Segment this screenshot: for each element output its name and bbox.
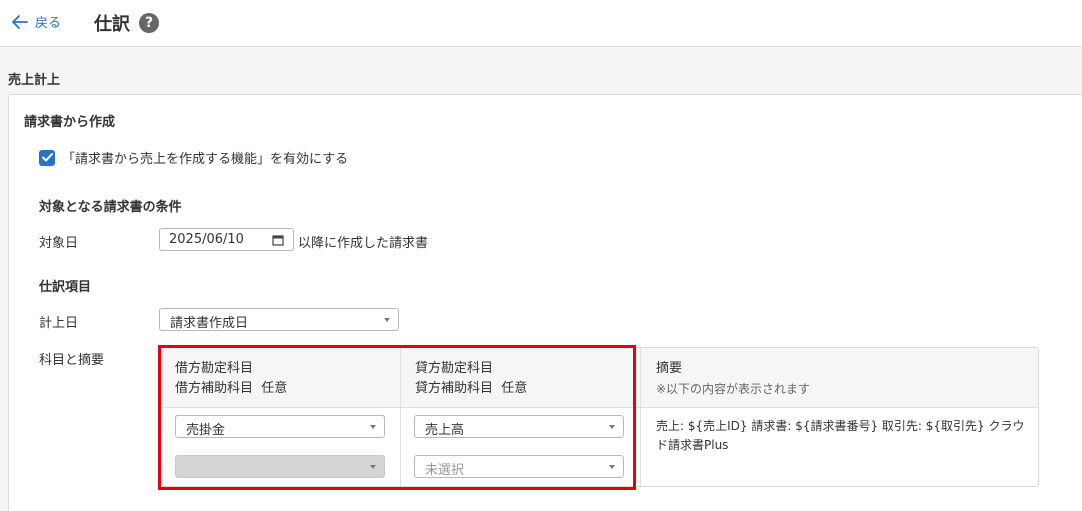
- enable-option[interactable]: 「請求書から売上を作成する機能」を有効にする: [39, 148, 348, 167]
- calendar-icon[interactable]: [272, 234, 284, 246]
- debit-header-cell: 借方勘定科目 借方補助科目 任意: [175, 359, 287, 399]
- date-suffix: 以降に作成した請求書: [298, 236, 429, 251]
- optional-tag: 任意: [261, 381, 288, 396]
- column-divider: [400, 348, 401, 486]
- summary-note: ※以下の内容が表示されます: [656, 382, 811, 396]
- debit-account-header: 借方勘定科目: [175, 361, 254, 376]
- debit-account-select[interactable]: 売掛金: [175, 415, 385, 438]
- check-icon: [41, 153, 53, 162]
- summary-text: 売上: ${売上ID} 請求書: ${請求書番号} 取引先: ${取引先} クラ…: [656, 419, 1025, 452]
- accounts-table-header: [160, 348, 1038, 408]
- condition-heading: 対象となる請求書の条件: [39, 200, 182, 215]
- accounts-label: 科目と摘要: [39, 353, 105, 368]
- chevron-down-icon: [384, 318, 390, 322]
- accounts-table: 借方勘定科目 借方補助科目 任意 貸方勘定科目 貸方補助科目 任意 摘要 ※以下…: [159, 347, 1039, 487]
- top-bar: 戻る 仕訳 ?: [0, 0, 1082, 47]
- target-date-value: 2025/06/10: [169, 232, 244, 247]
- summary-header: 摘要: [656, 361, 683, 376]
- page-title: 仕訳: [94, 14, 130, 35]
- summary-header-cell: 摘要 ※以下の内容が表示されます: [656, 359, 810, 399]
- debit-account-value: 売掛金: [186, 423, 226, 438]
- panel-heading: 請求書から作成: [24, 115, 116, 130]
- credit-sub-account-select[interactable]: 未選択: [414, 455, 624, 478]
- credit-sub-account-header: 貸方補助科目: [415, 381, 494, 396]
- debit-sub-account-select: [175, 455, 385, 478]
- chevron-down-icon: [609, 425, 615, 429]
- enable-checkbox[interactable]: [39, 149, 55, 166]
- credit-header-cell: 貸方勘定科目 貸方補助科目 任意: [415, 359, 527, 399]
- chevron-down-icon: [609, 465, 615, 469]
- help-icon[interactable]: ?: [139, 13, 159, 33]
- journal-heading: 仕訳項目: [39, 280, 92, 295]
- date-label: 対象日: [39, 236, 79, 251]
- chevron-down-icon: [370, 425, 376, 429]
- arrow-left-icon: [12, 14, 28, 29]
- invoice-settings-panel: 請求書から作成 「請求書から売上を作成する機能」を有効にする 対象となる請求書の…: [8, 94, 1082, 511]
- target-date-input[interactable]: 2025/06/10: [159, 228, 294, 251]
- back-link[interactable]: 戻る: [12, 12, 61, 31]
- credit-account-select[interactable]: 売上高: [414, 415, 624, 438]
- posting-date-select[interactable]: 請求書作成日: [159, 308, 399, 331]
- posting-date-value: 請求書作成日: [170, 316, 249, 331]
- credit-account-header: 貸方勘定科目: [415, 361, 494, 376]
- credit-account-value: 売上高: [425, 423, 465, 438]
- back-label: 戻る: [35, 16, 62, 31]
- enable-checkbox-label: 「請求書から売上を作成する機能」を有効にする: [62, 152, 349, 167]
- column-divider: [640, 348, 641, 486]
- chevron-down-icon: [370, 465, 376, 469]
- credit-sub-account-placeholder: 未選択: [425, 463, 465, 478]
- debit-sub-account-header: 借方補助科目: [175, 381, 254, 396]
- optional-tag: 任意: [501, 381, 528, 396]
- posting-date-label: 計上日: [39, 316, 79, 331]
- section-title: 売上計上: [8, 73, 61, 88]
